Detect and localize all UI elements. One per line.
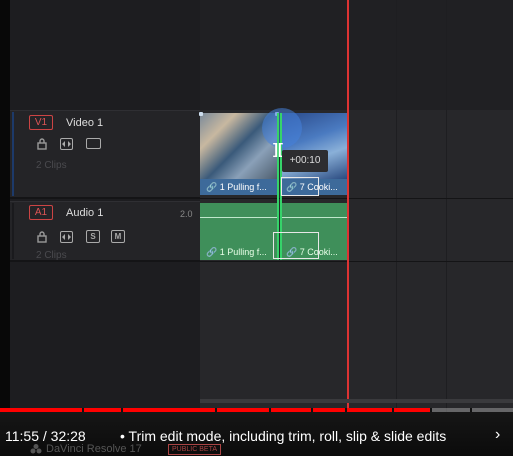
chevron-right-icon[interactable]: › <box>495 426 500 444</box>
lock-icon[interactable] <box>37 231 47 243</box>
davinci-logo-icon <box>30 444 42 454</box>
auto-select-icon[interactable] <box>60 138 73 150</box>
selected-clip-outline <box>273 232 319 259</box>
grid-line <box>446 0 447 412</box>
video-track-badge[interactable]: V1 <box>29 115 53 130</box>
video-track-name[interactable]: Video 1 <box>66 117 103 129</box>
audio-clips-count: 2 Clips <box>36 250 67 261</box>
clip-label: 1 Pulling f... <box>219 182 267 192</box>
mute-button[interactable]: M <box>111 230 125 243</box>
track-selection-bar <box>12 112 14 196</box>
monitor-icon[interactable] <box>86 138 101 149</box>
link-icon: 🔗 <box>206 182 218 192</box>
selected-clip-outline <box>281 177 319 196</box>
audio-track-badge[interactable]: A1 <box>29 205 53 220</box>
audio-waveform <box>280 217 347 218</box>
left-edge <box>0 0 10 456</box>
trim-offset-tooltip: +00:10 <box>282 150 328 172</box>
chapter-title[interactable]: • Trim edit mode, including trim, roll, … <box>120 428 446 444</box>
audio-clip-1[interactable]: 🔗 1 Pulling f... <box>200 203 279 260</box>
track-selection-bar <box>12 203 14 259</box>
empty-track-space <box>200 0 513 110</box>
lock-icon[interactable] <box>37 138 47 150</box>
solo-button[interactable]: S <box>86 230 100 243</box>
audio-channels: 2.0 <box>180 209 193 219</box>
playhead[interactable] <box>347 0 349 412</box>
app-brand: DaVinci Resolve 17 <box>46 443 142 455</box>
audio-waveform <box>200 217 279 218</box>
video-clips-count: 2 Clips <box>36 160 67 171</box>
clip-marker <box>199 112 203 116</box>
clip-label: 1 Pulling f... <box>219 247 267 257</box>
track-separator <box>10 261 513 262</box>
auto-select-icon[interactable] <box>60 231 73 243</box>
horizontal-scrollbar[interactable] <box>200 399 513 403</box>
audio-track-name[interactable]: Audio 1 <box>66 207 103 219</box>
beta-badge: PUBLIC BETA <box>168 444 221 455</box>
link-icon: 🔗 <box>206 247 218 257</box>
grid-line <box>396 0 397 412</box>
track-separator <box>10 198 513 199</box>
playback-time: 11:55 / 32:28 <box>5 428 86 444</box>
